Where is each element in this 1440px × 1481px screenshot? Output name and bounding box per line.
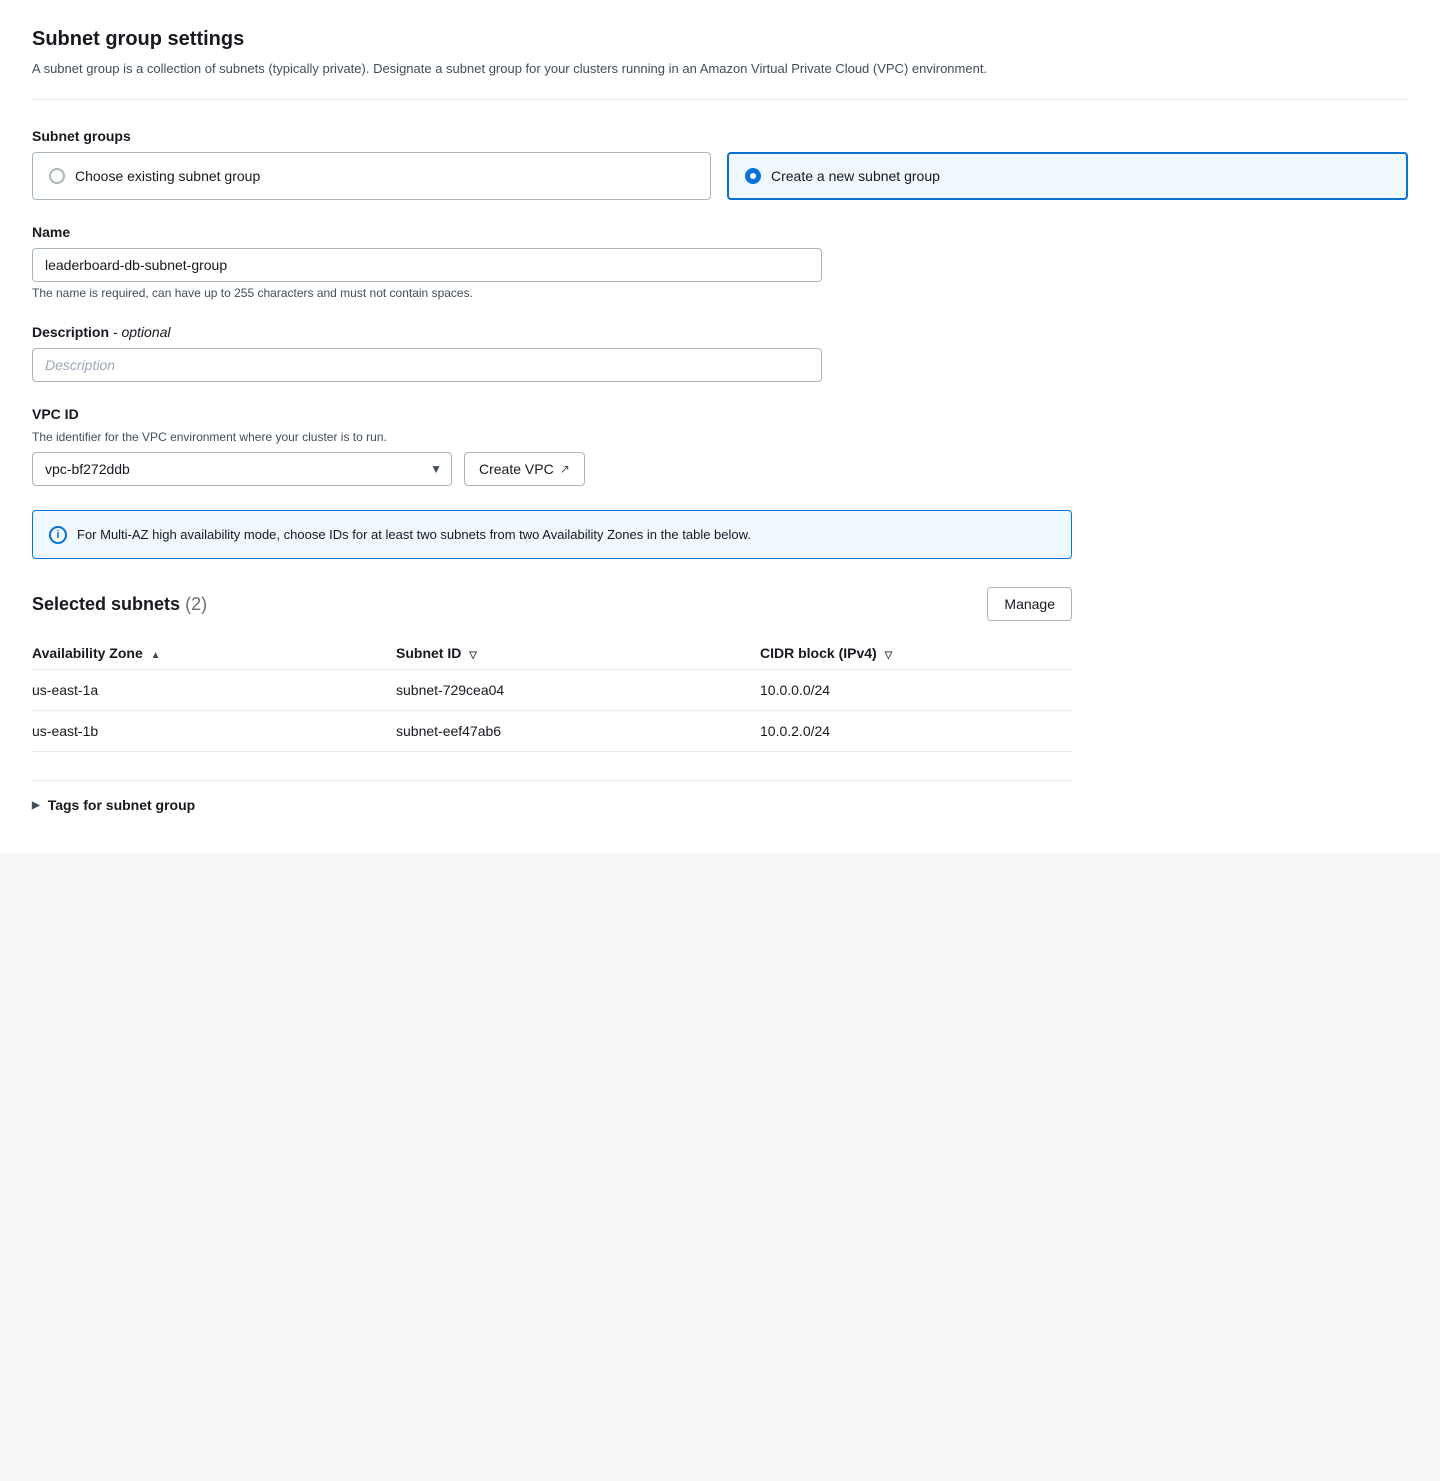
multi-az-info-box: i For Multi-AZ high availability mode, c…	[32, 510, 1072, 560]
subnets-count: (2)	[185, 594, 207, 614]
vpc-hint: The identifier for the VPC environment w…	[32, 430, 1408, 444]
subnet-groups-field: Subnet groups Choose existing subnet gro…	[32, 128, 1408, 200]
subnets-title: Selected subnets (2)	[32, 594, 207, 615]
cell-az-1: us-east-1a	[32, 670, 396, 711]
name-input[interactable]	[32, 248, 822, 282]
subnets-header: Selected subnets (2) Manage	[32, 587, 1072, 621]
name-label: Name	[32, 224, 1408, 240]
vpc-label: VPC ID	[32, 406, 1408, 422]
selected-subnets-section: Selected subnets (2) Manage Availability…	[32, 587, 1408, 752]
triangle-expand-icon: ▶	[32, 800, 40, 811]
radio-label-new: Create a new subnet group	[771, 168, 940, 184]
info-icon: i	[49, 526, 67, 544]
radio-label-existing: Choose existing subnet group	[75, 168, 260, 184]
cell-cidr-1: 10.0.0.0/24	[760, 670, 1072, 711]
section-description: A subnet group is a collection of subnet…	[32, 59, 1082, 79]
manage-subnets-button[interactable]: Manage	[987, 587, 1072, 621]
description-optional-label: - optional	[113, 324, 171, 340]
radio-card-new[interactable]: Create a new subnet group	[727, 152, 1408, 200]
subnets-table: Availability Zone ▲ Subnet ID ▽ CIDR blo…	[32, 637, 1072, 752]
vpc-field-group: VPC ID The identifier for the VPC enviro…	[32, 406, 1408, 486]
vpc-select[interactable]: vpc-bf272ddb	[32, 452, 452, 486]
table-row: us-east-1b subnet-eef47ab6 10.0.2.0/24	[32, 711, 1072, 752]
name-field-group: Name The name is required, can have up t…	[32, 224, 1408, 300]
table-header-row: Availability Zone ▲ Subnet ID ▽ CIDR blo…	[32, 637, 1072, 670]
cell-az-2: us-east-1b	[32, 711, 396, 752]
create-vpc-label: Create VPC	[479, 461, 554, 477]
cell-subnet-1: subnet-729cea04	[396, 670, 760, 711]
tags-toggle[interactable]: ▶ Tags for subnet group	[32, 797, 1072, 813]
table-row: us-east-1a subnet-729cea04 10.0.0.0/24	[32, 670, 1072, 711]
col-header-az: Availability Zone ▲	[32, 637, 396, 670]
col-header-subnet: Subnet ID ▽	[396, 637, 760, 670]
radio-input-new	[745, 168, 761, 184]
sort-az-icon[interactable]: ▲	[151, 650, 161, 661]
tags-section: ▶ Tags for subnet group	[32, 780, 1072, 813]
subnet-groups-radio-group: Choose existing subnet group Create a ne…	[32, 152, 1408, 200]
section-header: Subnet group settings A subnet group is …	[32, 28, 1408, 100]
external-link-icon: ↗	[560, 462, 570, 476]
col-header-cidr: CIDR block (IPv4) ▽	[760, 637, 1072, 670]
description-field-group: Description - optional	[32, 324, 1408, 382]
description-input[interactable]	[32, 348, 822, 382]
info-text: For Multi-AZ high availability mode, cho…	[77, 525, 751, 545]
cell-cidr-2: 10.0.2.0/24	[760, 711, 1072, 752]
create-vpc-button[interactable]: Create VPC ↗	[464, 452, 585, 486]
cell-subnet-2: subnet-eef47ab6	[396, 711, 760, 752]
sort-cidr-icon[interactable]: ▽	[885, 650, 893, 661]
section-title: Subnet group settings	[32, 28, 1408, 51]
name-hint: The name is required, can have up to 255…	[32, 286, 1408, 300]
radio-input-existing	[49, 168, 65, 184]
sort-subnet-icon[interactable]: ▽	[469, 650, 477, 661]
description-label: Description - optional	[32, 324, 1408, 340]
vpc-select-wrapper: vpc-bf272ddb ▼	[32, 452, 452, 486]
vpc-row: vpc-bf272ddb ▼ Create VPC ↗	[32, 452, 1408, 486]
tags-label: Tags for subnet group	[48, 797, 196, 813]
subnet-groups-label: Subnet groups	[32, 128, 1408, 144]
radio-card-existing[interactable]: Choose existing subnet group	[32, 152, 711, 200]
